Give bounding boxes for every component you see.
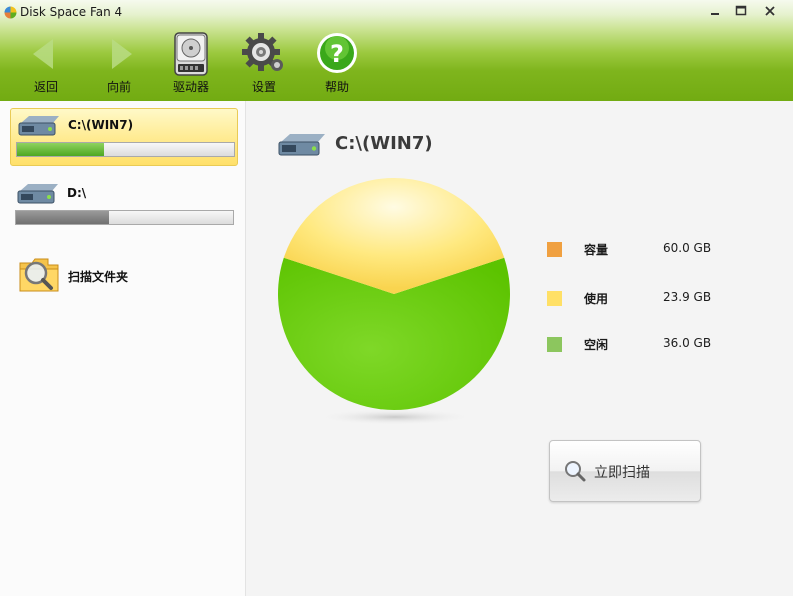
legend-used: 使用 23.9 GB xyxy=(547,289,787,307)
folder-search-icon xyxy=(19,258,59,292)
close-icon xyxy=(765,6,775,16)
minimize-button[interactable] xyxy=(703,2,727,20)
drive-d-usage-bar xyxy=(15,210,234,225)
drive-icon xyxy=(17,184,58,204)
legend-value-used: 23.9 GB xyxy=(663,290,712,304)
help-label: 帮助 xyxy=(324,80,349,94)
sidebar-drive-c[interactable]: C:\(WIN7) xyxy=(10,108,238,166)
legend-label-capacity: 容量 xyxy=(584,243,609,257)
sidebar: C:\(WIN7) D:\ 扫描文件夹 xyxy=(0,101,246,596)
top-toolbar-area: Disk Space Fan 4 返回 向前 驱动器 设置 ? 帮助 xyxy=(0,0,793,101)
legend-swatch-used xyxy=(547,291,562,306)
drive-c-usage-bar xyxy=(16,142,235,157)
scan-folder-item[interactable]: 扫描文件夹 xyxy=(18,255,228,295)
legend-value-capacity: 60.0 GB xyxy=(663,241,712,255)
maximize-icon xyxy=(735,5,747,16)
drives-button[interactable]: 驱动器 xyxy=(161,31,221,97)
drive-d-usage-fill xyxy=(16,211,110,224)
drive-title: C:\(WIN7) xyxy=(335,133,433,154)
maximize-button[interactable] xyxy=(729,2,753,20)
scan-now-button[interactable]: 立即扫描 xyxy=(549,440,701,502)
legend-label-free: 空闲 xyxy=(584,338,609,352)
legend-value-free: 36.0 GB xyxy=(663,336,712,350)
pie-chart xyxy=(277,178,510,425)
drives-label: 驱动器 xyxy=(172,80,209,94)
hard-drive-icon xyxy=(174,32,208,76)
drive-c-name: C:\(WIN7) xyxy=(68,118,134,132)
back-button[interactable]: 返回 xyxy=(16,31,76,97)
help-button[interactable]: ? 帮助 xyxy=(307,31,367,97)
app-logo-icon xyxy=(4,6,17,19)
pie-shadow xyxy=(317,409,473,425)
sidebar-drive-d[interactable]: D:\ xyxy=(10,177,238,235)
legend-free: 空闲 36.0 GB xyxy=(547,335,787,353)
scan-folder-label: 扫描文件夹 xyxy=(68,270,129,284)
legend-swatch-capacity xyxy=(547,242,562,257)
drive-c-usage-fill xyxy=(17,143,104,156)
settings-label: 设置 xyxy=(251,80,276,94)
legend-capacity: 容量 60.0 GB xyxy=(547,240,787,258)
magnifier-icon xyxy=(565,461,586,482)
minimize-icon xyxy=(711,13,719,15)
window-title: Disk Space Fan 4 xyxy=(20,5,123,19)
settings-button[interactable]: 设置 xyxy=(234,31,294,97)
drive-icon xyxy=(278,134,325,156)
drive-d-name: D:\ xyxy=(67,186,87,200)
svg-text:?: ? xyxy=(330,40,344,68)
scan-now-label: 立即扫描 xyxy=(594,465,650,481)
app-window: Disk Space Fan 4 返回 向前 驱动器 设置 ? 帮助 C:\(W… xyxy=(0,0,793,596)
legend-label-used: 使用 xyxy=(584,292,609,306)
gear-icon xyxy=(242,33,283,71)
legend-swatch-free xyxy=(547,337,562,352)
back-arrow-icon xyxy=(33,39,53,69)
forward-label: 向前 xyxy=(106,80,131,94)
forward-button[interactable]: 向前 xyxy=(89,31,149,97)
back-label: 返回 xyxy=(33,80,58,94)
drive-icon xyxy=(18,116,59,136)
title-bar: Disk Space Fan 4 xyxy=(0,0,793,24)
close-button[interactable] xyxy=(758,2,782,20)
main-panel: C:\(WIN7) 容量 60.0 GB 使用 23.9 GB 空闲 36.0 … xyxy=(247,101,793,596)
forward-arrow-icon xyxy=(112,39,132,69)
help-icon: ? xyxy=(317,33,357,73)
